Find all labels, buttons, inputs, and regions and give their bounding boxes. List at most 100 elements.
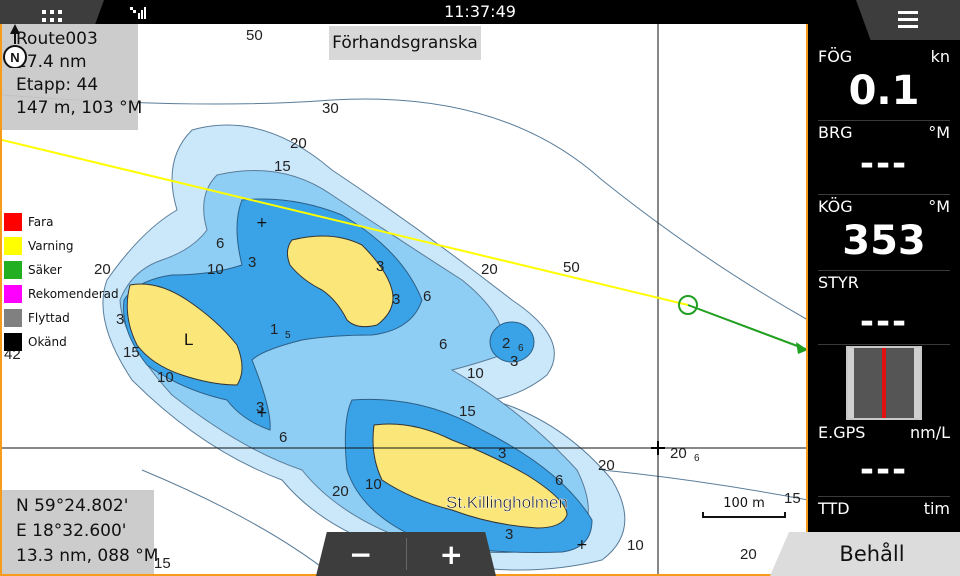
legend-swatch (4, 309, 22, 327)
instrument-panel: FÖG kn 0.1 BRG °M --- KÖG °M 353 STYR --- E… (808, 40, 960, 532)
rudder-right-limit (914, 348, 920, 418)
depth-label: 15 (274, 158, 291, 175)
depth-label: 15 (123, 344, 140, 361)
depth-label: 10 (627, 537, 644, 554)
hamburger-icon (898, 11, 918, 28)
ttd-unit: tim (923, 499, 950, 518)
depth-label: 6 (279, 429, 287, 446)
depth-label-small: 6 (694, 453, 700, 464)
scale-bar: 100 m (702, 496, 786, 520)
ttd-databox[interactable]: TTD tim (818, 498, 950, 530)
legend-item: Rekomenderad (4, 282, 119, 306)
rock-marker: + (576, 537, 588, 553)
legend-label: Säker (28, 263, 62, 277)
cursor-position-panel: N 59°24.802' E 18°32.600' 13.3 nm, 088 °… (2, 490, 159, 574)
depth-label: 2 (502, 335, 510, 352)
depth-label: 20 (670, 445, 687, 462)
zoom-in-button[interactable]: + (407, 532, 497, 576)
depth-label-small: 5 (285, 330, 291, 341)
sog-databox[interactable]: FÖG kn 0.1 (818, 46, 950, 121)
island-label: St.Killingholmen (446, 493, 568, 512)
depth-label: 30 (322, 100, 339, 117)
rock-marker: + (256, 215, 268, 231)
depth-label: 3 (376, 258, 384, 275)
legend-label: Okänd (28, 335, 67, 349)
scale-bar-line (702, 512, 786, 518)
brg-unit: °M (928, 123, 950, 142)
rudder-indicator (846, 346, 922, 420)
cursor-range: 13.3 nm, 088 °M (16, 546, 159, 566)
depth-label: 10 (365, 476, 382, 493)
depth-label: 6 (439, 336, 447, 353)
depth-label: 3 (510, 353, 518, 370)
depth-label: 3 (248, 254, 256, 271)
legend-swatch (4, 333, 22, 351)
clock: 11:37:49 (444, 2, 516, 21)
depth-label: 20 (481, 261, 498, 278)
depth-label: 6 (555, 472, 563, 489)
route-name: Route003 (16, 29, 98, 49)
brg-value: --- (859, 144, 909, 184)
depth-label: 1 (270, 321, 278, 338)
route-leg-detail: 147 m, 103 °M (16, 98, 143, 118)
rudder-needle (882, 348, 886, 418)
zoom-out-button[interactable]: − (316, 532, 406, 576)
egps-databox[interactable]: E.GPS nm/L --- (818, 422, 950, 497)
hazard-legend: Fara Varning Säker Rekomenderad Flyttad … (4, 210, 119, 354)
sog-value: 0.1 (848, 68, 920, 114)
depth-label-small: 6 (518, 343, 524, 354)
depth-label: 50 (563, 259, 580, 276)
depth-label: 20 (332, 483, 349, 500)
sog-label: FÖG (818, 47, 853, 66)
legend-item: Säker (4, 258, 119, 282)
keep-button[interactable]: Behåll (770, 532, 960, 576)
route-leg-safe (687, 304, 806, 351)
depth-label: 6 (216, 235, 224, 252)
steer-value: --- (859, 302, 909, 342)
route-distance: 17.4 nm (16, 52, 87, 72)
ttd-label: TTD (818, 499, 850, 518)
depth-label: 3 (392, 291, 400, 308)
sog-unit: kn (930, 47, 950, 66)
depth-label: 20 (290, 135, 307, 152)
zoom-controls: − + (316, 532, 496, 576)
egps-label: E.GPS (818, 423, 866, 442)
depth-label: 15 (784, 490, 801, 507)
legend-swatch (4, 261, 22, 279)
steer-label: STYR (818, 273, 859, 292)
brg-label: BRG (818, 123, 853, 142)
depth-label: 15 (459, 403, 476, 420)
latitude: N 59°24.802' (16, 496, 129, 516)
north-arrow-icon[interactable]: N (2, 24, 28, 68)
route-leg: Etapp: 44 (16, 75, 99, 95)
legend-swatch (4, 285, 22, 303)
cog-unit: °M (928, 197, 950, 216)
steer-databox[interactable]: STYR --- (818, 272, 950, 345)
depth-label: 10 (467, 365, 484, 382)
depth-label: 20 (740, 546, 757, 563)
legend-label: Varning (28, 239, 74, 253)
cursor-crosshair (651, 441, 665, 455)
cog-databox[interactable]: KÖG °M 353 (818, 196, 950, 271)
legend-item: Fara (4, 210, 119, 234)
main-menu-button[interactable] (856, 0, 960, 40)
longitude: E 18°32.600' (16, 521, 127, 541)
depth-label: 10 (207, 261, 224, 278)
legend-item: Varning (4, 234, 119, 258)
legend-label: Fara (28, 215, 54, 229)
depth-label: 3 (505, 526, 513, 543)
depth-label: 3 (256, 399, 264, 416)
route-arrow-icon (796, 342, 806, 354)
legend-item: Okänd (4, 330, 119, 354)
svg-text:N: N (10, 50, 19, 65)
brg-databox[interactable]: BRG °M --- (818, 122, 950, 195)
preview-button[interactable]: Förhandsgranska (329, 26, 481, 60)
nautical-chart[interactable]: + + + 50 30 20 15 6 10 3 20 3 3 6 50 20 … (0, 24, 808, 576)
depth-label: 20 (598, 457, 615, 474)
legend-swatch (4, 213, 22, 231)
legend-label: Flyttad (28, 311, 70, 325)
egps-unit: nm/L (909, 423, 950, 442)
depth-label: 10 (157, 369, 174, 386)
cog-label: KÖG (818, 197, 853, 216)
depth-label: 3 (498, 445, 506, 462)
